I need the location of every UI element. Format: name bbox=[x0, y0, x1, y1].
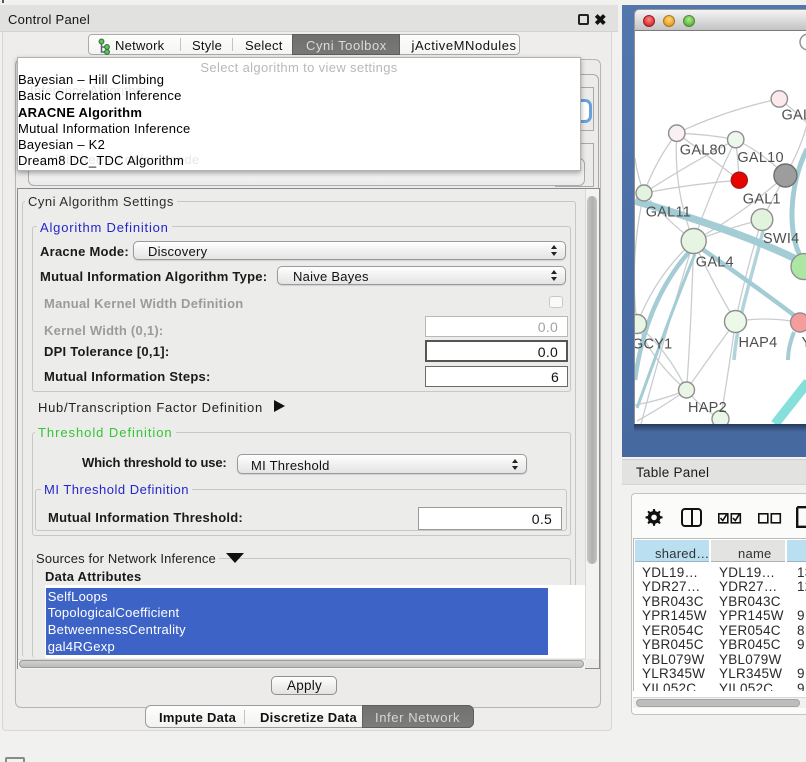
svg-text:GAL4: GAL4 bbox=[696, 255, 734, 271]
svg-text:GAL80: GAL80 bbox=[680, 143, 726, 159]
svg-text:HAP2: HAP2 bbox=[688, 400, 727, 416]
svg-text:GAL10: GAL10 bbox=[737, 150, 783, 166]
svg-text:GAL7: GAL7 bbox=[782, 108, 806, 124]
svg-text:HAP4: HAP4 bbox=[739, 335, 778, 351]
svg-text:GAL1: GAL1 bbox=[743, 192, 781, 208]
svg-text:GAL11: GAL11 bbox=[646, 204, 691, 220]
svg-text:Y: Y bbox=[802, 335, 806, 351]
svg-text:SWI4: SWI4 bbox=[763, 231, 799, 247]
svg-text:GCY1: GCY1 bbox=[634, 337, 673, 353]
